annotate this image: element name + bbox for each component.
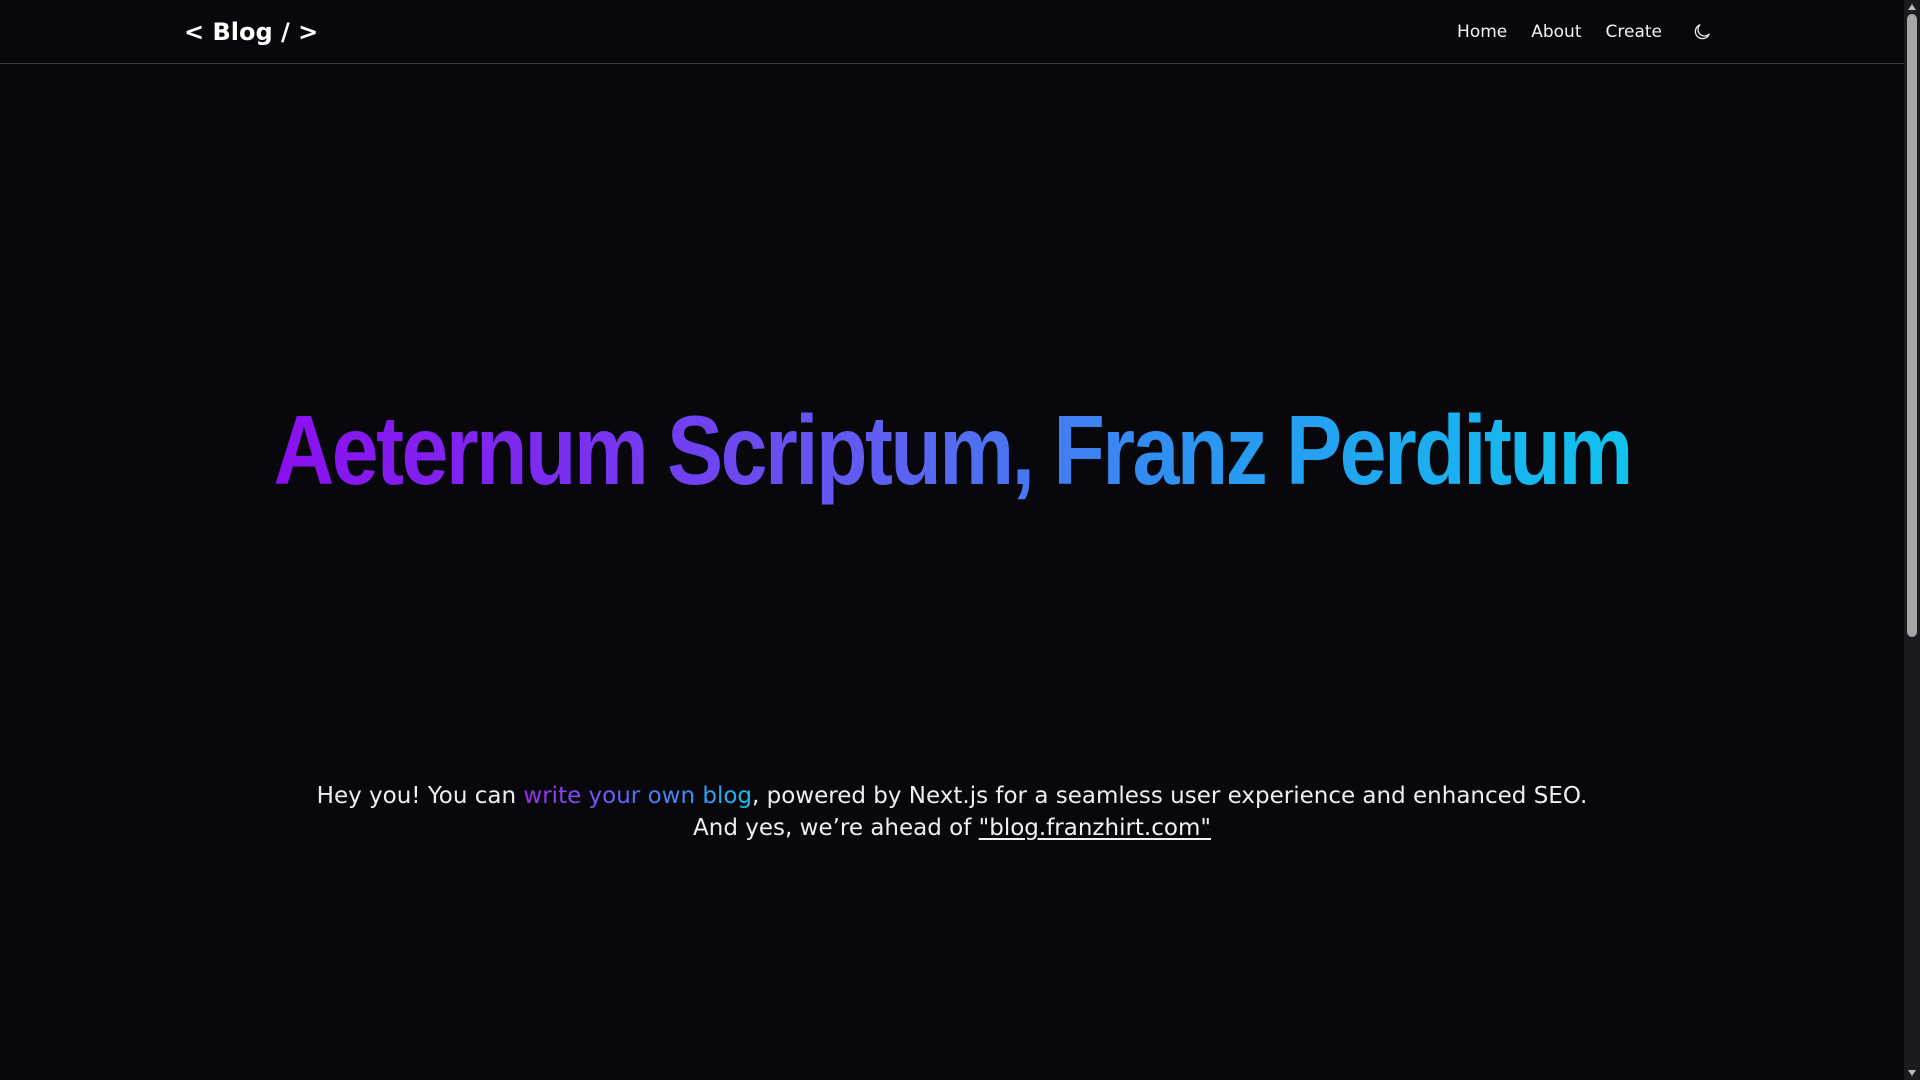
nav-link-about[interactable]: About <box>1531 14 1581 50</box>
intro-line2-text: And yes, we’re ahead of <box>693 815 979 841</box>
scrollbar-thumb[interactable] <box>1907 14 1917 637</box>
page: < Blog / > Home About Create Aeternum Sc… <box>0 0 1920 1080</box>
page-scrollbar[interactable] <box>1904 0 1920 1080</box>
nav-link-create[interactable]: Create <box>1606 14 1663 50</box>
nav-links: Home About Create <box>1457 14 1714 50</box>
hero-title: Aeternum Scriptum, Franz Perditum <box>0 385 1904 515</box>
moon-icon <box>1694 24 1710 40</box>
external-blog-link[interactable]: "blog.franzhirt.com" <box>979 815 1211 841</box>
intro-text-after: , powered by Next.js for a seamless user… <box>752 783 1588 809</box>
hero-title-text: Aeternum Scriptum, Franz Perditum <box>273 385 1633 515</box>
scroll-up-arrow-icon[interactable] <box>1908 4 1916 10</box>
nav-link-home[interactable]: Home <box>1457 14 1507 50</box>
site-logo[interactable]: < Blog / > <box>184 14 318 50</box>
intro-text-before: Hey you! You can <box>316 783 524 809</box>
write-blog-link[interactable]: write your own blog <box>523 783 752 809</box>
top-navbar: < Blog / > Home About Create <box>0 0 1904 64</box>
scroll-down-arrow-icon[interactable] <box>1908 1070 1916 1076</box>
intro-paragraph: Hey you! You can write your own blog, po… <box>0 780 1904 844</box>
theme-toggle-button[interactable] <box>1690 20 1714 44</box>
